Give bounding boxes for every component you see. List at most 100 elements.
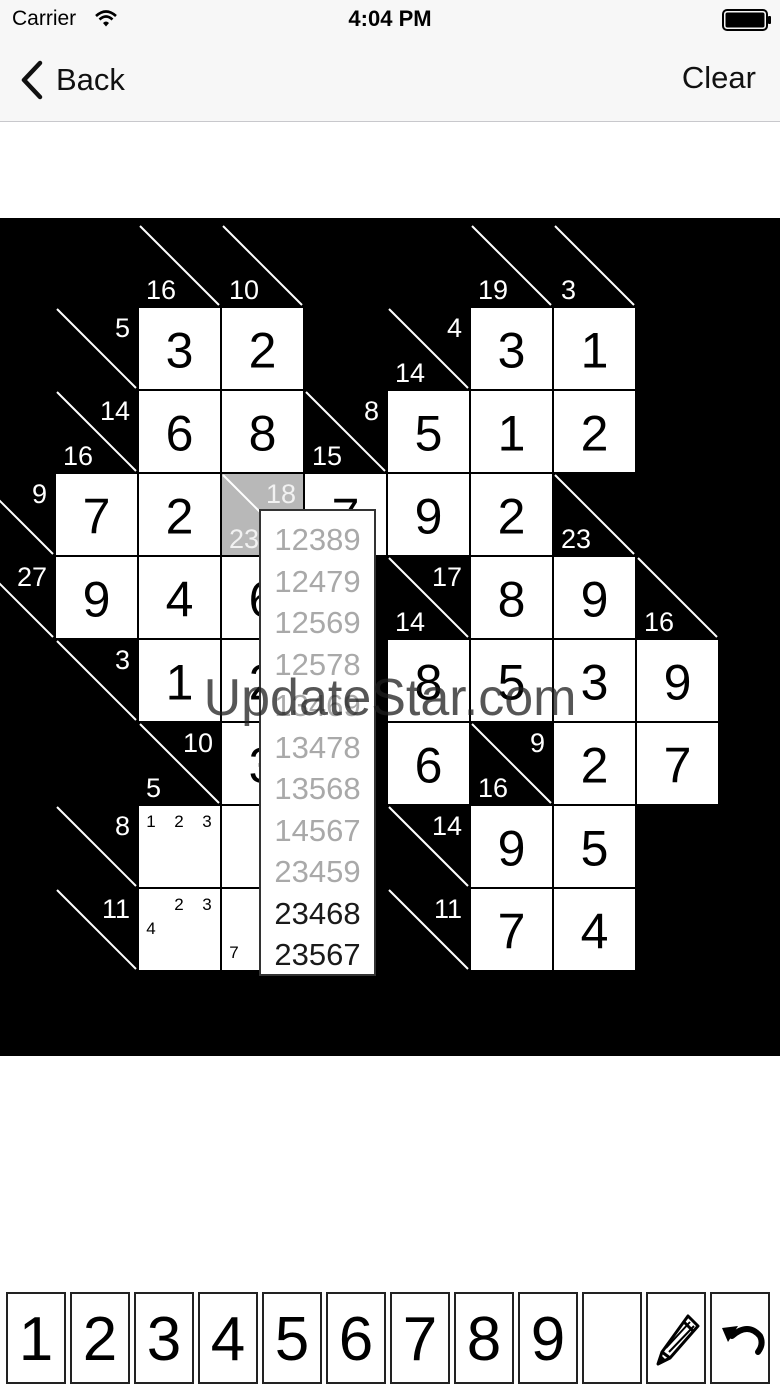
digit-key-9[interactable]: 9 <box>518 1292 578 1384</box>
cell-value[interactable]: 6 <box>166 406 194 462</box>
cell-value[interactable]: 8 <box>415 655 443 711</box>
cell-value[interactable]: 1 <box>166 655 194 711</box>
pencil-mark: 1 <box>146 812 155 831</box>
cell-value[interactable]: 2 <box>581 738 609 794</box>
clue-across: 11 <box>102 894 130 924</box>
combination-option[interactable]: 12389 <box>261 519 374 560</box>
combination-option[interactable]: 23567 <box>261 934 374 975</box>
back-button[interactable]: Back <box>18 57 125 103</box>
clue-across: 9 <box>32 479 47 509</box>
cell-value[interactable]: 9 <box>83 572 111 628</box>
status-bar: Carrier 4:04 PM <box>0 0 780 40</box>
clue-down: 14 <box>395 358 425 388</box>
cell-value[interactable]: 3 <box>498 323 526 379</box>
combination-option[interactable]: 12578 <box>261 644 374 685</box>
combination-option[interactable]: 12479 <box>261 561 374 602</box>
clue-down: 16 <box>63 441 93 471</box>
undo-button[interactable] <box>710 1292 770 1384</box>
clear-button[interactable]: Clear <box>682 60 756 96</box>
clue-down: 10 <box>229 275 259 305</box>
cell-value[interactable]: 3 <box>581 655 609 711</box>
digit-key-2[interactable]: 2 <box>70 1292 130 1384</box>
combination-option[interactable]: 23459 <box>261 851 374 892</box>
combination-option[interactable]: 13469 <box>261 685 374 726</box>
clue-across: 27 <box>17 562 47 592</box>
clue-down: 3 <box>561 275 576 305</box>
digit-key-1[interactable]: 1 <box>6 1292 66 1384</box>
pencil-mode-button[interactable] <box>646 1292 706 1384</box>
clue-down: 14 <box>395 607 425 637</box>
battery-icon <box>722 9 771 31</box>
clue-across: 14 <box>432 811 462 841</box>
cell-value[interactable]: 7 <box>664 738 692 794</box>
cell-value[interactable]: 5 <box>581 821 609 877</box>
clue-across: 3 <box>115 645 130 675</box>
pencil-mark: 2 <box>174 895 183 914</box>
cell-value[interactable]: 7 <box>498 904 526 960</box>
combinations-popup[interactable]: 12389 12479 12569 12578 13469 13478 13568 14567… <box>259 509 376 976</box>
clue-across: 8 <box>115 811 130 841</box>
clue-down: 5 <box>146 773 161 803</box>
kakuro-board[interactable]: 1610193532414311416688155129721823792232… <box>0 218 780 1056</box>
clue-across: 14 <box>100 396 130 426</box>
cell-value[interactable]: 7 <box>83 489 111 545</box>
clue-across: 8 <box>364 396 379 426</box>
combination-option[interactable]: 13478 <box>261 727 374 768</box>
clue-across: 11 <box>434 894 462 924</box>
undo-icon <box>722 1326 765 1355</box>
clue-down: 15 <box>312 441 342 471</box>
digit-key-4[interactable]: 4 <box>198 1292 258 1384</box>
pencil-mark: 4 <box>146 919 155 938</box>
clue-across: 4 <box>447 313 462 343</box>
pencil-mark: 3 <box>202 812 211 831</box>
clock: 4:04 PM <box>348 6 432 31</box>
cell-value[interactable]: 2 <box>249 323 277 379</box>
clue-across: 17 <box>432 562 462 592</box>
cell-value[interactable]: 2 <box>581 406 609 462</box>
cell-value[interactable]: 3 <box>166 323 194 379</box>
cell-value[interactable]: 2 <box>166 489 194 545</box>
digit-key-5[interactable]: 5 <box>262 1292 322 1384</box>
clue-across: 18 <box>266 479 296 509</box>
number-keypad: 123456789 <box>6 1292 774 1386</box>
pencil-mark: 7 <box>229 943 238 962</box>
erase-key[interactable] <box>582 1292 642 1384</box>
combination-option[interactable]: 14567 <box>261 810 374 851</box>
digit-key-6[interactable]: 6 <box>326 1292 386 1384</box>
pencil-icon <box>656 1314 700 1366</box>
cell-value[interactable]: 9 <box>664 655 692 711</box>
kakuro-grid[interactable]: 1610193532414311416688155129721823792232… <box>0 218 780 1056</box>
combination-option[interactable]: 23468 <box>261 893 374 934</box>
cell-value[interactable]: 6 <box>415 738 443 794</box>
cell-value[interactable]: 1 <box>581 323 609 379</box>
pencil-mark: 3 <box>202 895 211 914</box>
cell-value[interactable]: 9 <box>415 489 443 545</box>
combination-option[interactable]: 13568 <box>261 768 374 809</box>
clue-down: 23 <box>561 524 591 554</box>
digit-key-3[interactable]: 3 <box>134 1292 194 1384</box>
clue-down: 16 <box>478 773 508 803</box>
clue-across: 5 <box>115 313 130 343</box>
pencil-mark: 2 <box>174 812 183 831</box>
digit-key-8[interactable]: 8 <box>454 1292 514 1384</box>
clue-down: 23 <box>229 524 259 554</box>
clue-down: 16 <box>146 275 176 305</box>
back-label: Back <box>56 62 125 97</box>
cell-value[interactable]: 1 <box>498 406 526 462</box>
cell-value[interactable]: 2 <box>498 489 526 545</box>
chevron-left-icon <box>21 60 43 100</box>
navigation-bar: Back Clear <box>0 40 780 122</box>
combination-option[interactable]: 12569 <box>261 602 374 643</box>
cell-value[interactable]: 9 <box>498 821 526 877</box>
cell-value[interactable]: 9 <box>581 572 609 628</box>
cell-value[interactable]: 5 <box>498 655 526 711</box>
cell-value[interactable]: 4 <box>581 904 609 960</box>
clue-across: 10 <box>183 728 213 758</box>
digit-key-7[interactable]: 7 <box>390 1292 450 1384</box>
cell-value[interactable]: 8 <box>249 406 277 462</box>
cell-value[interactable]: 4 <box>166 572 194 628</box>
cell-value[interactable]: 5 <box>415 406 443 462</box>
clue-down: 16 <box>644 607 674 637</box>
cell-value[interactable]: 8 <box>498 572 526 628</box>
clue-across: 9 <box>530 728 545 758</box>
